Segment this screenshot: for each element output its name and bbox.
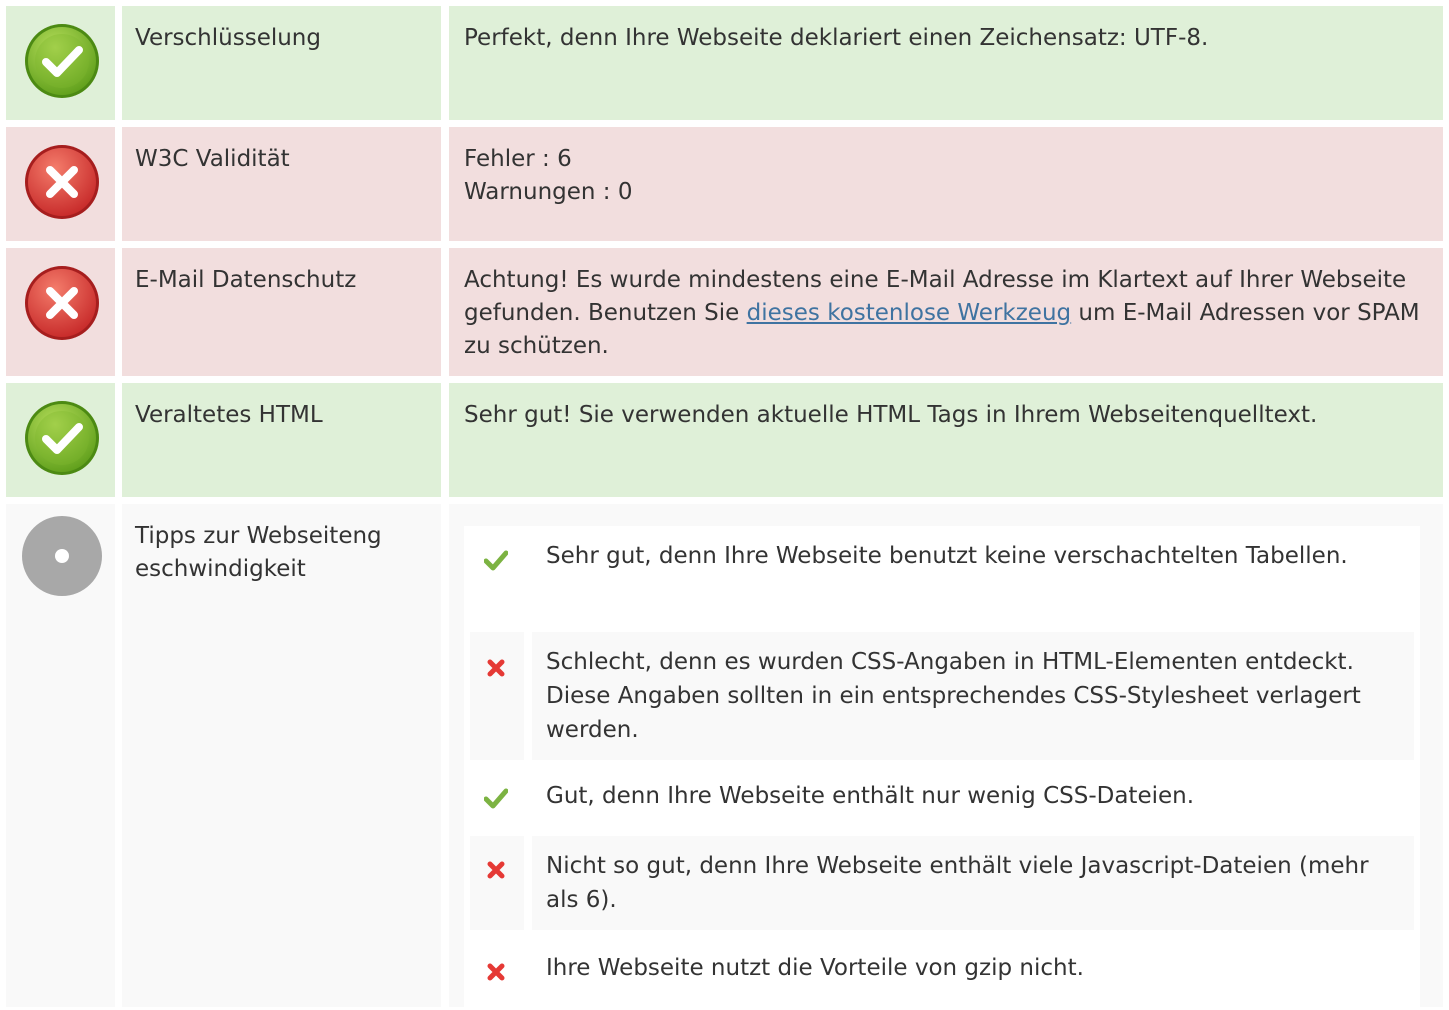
tip-item: Nicht so gut, denn Ihre Webseite enthält… [470,836,1414,930]
label-cell: Veraltetes HTML [122,383,441,497]
status-cell [6,504,115,1007]
check-label: Tipps zur Webseiteng eschwindigkeit [135,523,382,582]
status-cell [6,6,115,120]
content-cell: Perfekt, denn Ihre Webseite deklariert e… [449,6,1443,120]
tip-item: Sehr gut, denn Ihre Webseite benutzt kei… [470,526,1414,628]
tip-icon-cell [470,766,524,830]
check-label: Verschlüsselung [135,25,321,51]
check-label: Veraltetes HTML [135,402,323,428]
tip-item: Gut, denn Ihre Webseite enthält nur weni… [470,766,1414,830]
tip-item: Schlecht, denn es wurden CSS-Angaben in … [470,632,1414,760]
warning-count: Warnungen : 0 [464,179,633,205]
label-cell: W3C Validität [122,127,441,241]
label-cell: E-Mail Datenschutz [122,248,441,376]
status-cell [6,248,115,376]
label-cell: Tipps zur Webseiteng eschwindigkeit [122,504,441,1007]
content-cell: Sehr gut, denn Ihre Webseite benutzt kei… [449,504,1443,1010]
checkmark-icon [484,788,508,809]
cross-circle-icon [25,266,99,340]
error-count: Fehler : 6 [464,146,572,172]
cross-circle-icon [25,145,99,219]
check-row-w3c: W3C Validität Fehler : 6 Warnungen : 0 [0,127,1449,241]
label-cell: Verschlüsselung [122,6,441,120]
check-row-deprecated-html: Veraltetes HTML Sehr gut! Sie verwenden … [0,383,1449,497]
tip-text: Sehr gut, denn Ihre Webseite benutzt kei… [546,543,1348,569]
tip-text-cell: Ihre Webseite nutzt die Vorteile von gzi… [532,938,1414,1002]
tip-text: Nicht so gut, denn Ihre Webseite enthält… [546,853,1369,913]
checkmark-icon [484,550,508,571]
check-result-text: Sehr gut! Sie verwenden aktuelle HTML Ta… [464,402,1318,428]
x-mark-icon [487,659,505,677]
tip-icon-cell [470,526,524,628]
tip-text-cell: Gut, denn Ihre Webseite enthält nur weni… [532,766,1414,830]
content-cell: Achtung! Es wurde mindestens eine E-Mail… [449,248,1443,376]
tips-list: Sehr gut, denn Ihre Webseite benutzt kei… [464,526,1420,1010]
x-mark-icon [487,861,505,879]
check-result-text: Achtung! Es wurde mindestens eine E-Mail… [464,264,1423,363]
tip-text-cell: Sehr gut, denn Ihre Webseite benutzt kei… [532,526,1414,628]
x-mark-icon [487,963,505,981]
check-result-text: Perfekt, denn Ihre Webseite deklariert e… [464,25,1209,51]
check-row-email-privacy: E-Mail Datenschutz Achtung! Es wurde min… [0,248,1449,376]
check-row-encoding: Verschlüsselung Perfekt, denn Ihre Webse… [0,6,1449,120]
free-tool-link[interactable]: dieses kostenlose Werkzeug [747,300,1072,326]
tip-icon-cell [470,632,524,760]
check-row-speed-tips: Tipps zur Webseiteng eschwindigkeit Sehr… [0,504,1449,1010]
tip-text: Schlecht, denn es wurden CSS-Angaben in … [546,649,1361,743]
check-label: E-Mail Datenschutz [135,267,357,293]
tip-icon-cell [470,836,524,930]
check-circle-icon [25,401,99,475]
tip-text-cell: Schlecht, denn es wurden CSS-Angaben in … [532,632,1414,760]
tip-text: Ihre Webseite nutzt die Vorteile von gzi… [546,955,1084,981]
status-cell [6,383,115,497]
content-cell: Fehler : 6 Warnungen : 0 [449,127,1443,241]
tip-icon-cell [470,938,524,1002]
check-result-text: Fehler : 6 Warnungen : 0 [464,143,1423,209]
status-cell [6,127,115,241]
check-label: W3C Validität [135,146,290,172]
tip-text: Gut, denn Ihre Webseite enthält nur weni… [546,783,1195,809]
info-circle-icon [22,516,102,596]
tip-text-cell: Nicht so gut, denn Ihre Webseite enthält… [532,836,1414,930]
check-circle-icon [25,24,99,98]
content-cell: Sehr gut! Sie verwenden aktuelle HTML Ta… [449,383,1443,497]
tip-item: Ihre Webseite nutzt die Vorteile von gzi… [470,938,1414,1002]
